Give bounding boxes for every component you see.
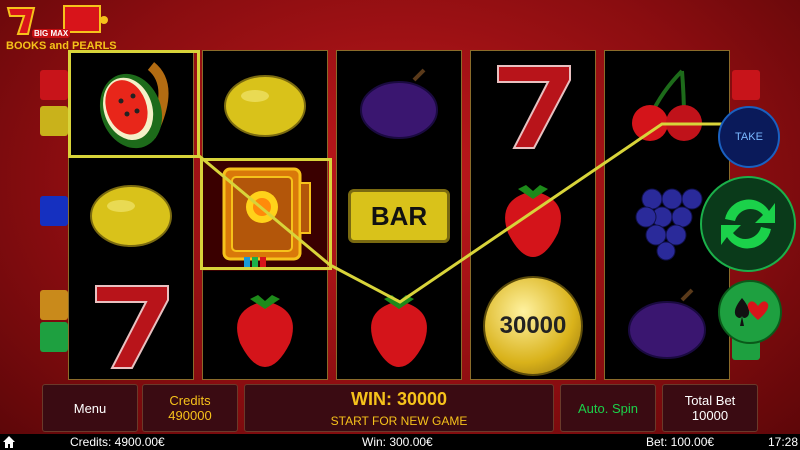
- lemon-icon: [203, 51, 327, 161]
- win-frame-watermelon: [68, 50, 200, 158]
- spin-button[interactable]: [700, 176, 796, 272]
- credits-label: Credits: [169, 393, 211, 408]
- lemon-icon: [69, 161, 193, 271]
- auto-spin-label: Auto. Spin: [578, 400, 638, 416]
- line-indicator-yellow[interactable]: [40, 106, 68, 136]
- card-suits-icon: [734, 298, 769, 326]
- total-bet-label: Total Bet: [684, 393, 736, 408]
- total-bet-display[interactable]: Total Bet 10000: [662, 384, 758, 432]
- home-icon[interactable]: [2, 435, 16, 449]
- status-credits: Credits: 4900.00€: [70, 435, 165, 449]
- line-indicator-green[interactable]: [40, 322, 68, 352]
- win-frame-book: [200, 158, 332, 270]
- plum-icon: [337, 51, 461, 161]
- take-button[interactable]: TAKE: [718, 106, 780, 168]
- status-win: Win: 300.00€: [362, 435, 433, 449]
- bar-label: BAR: [370, 200, 428, 231]
- cherry-icon: [605, 51, 729, 161]
- win-subtitle: START FOR NEW GAME: [330, 413, 468, 428]
- line-indicator-blue[interactable]: [40, 196, 68, 226]
- credits-value: 490000: [168, 408, 212, 423]
- logo-big-max: BIG MAX: [32, 29, 71, 38]
- menu-button[interactable]: Menu: [42, 384, 138, 432]
- pearl-30000-icon: 30000: [471, 271, 595, 381]
- credits-display: Credits 490000: [142, 384, 238, 432]
- total-bet-value: 10000: [691, 408, 729, 423]
- seven-icon: [69, 271, 193, 381]
- win-display: WIN: 30000 START FOR NEW GAME: [244, 384, 554, 432]
- status-bet: Bet: 100.00€: [646, 435, 715, 449]
- line-indicator-red-right[interactable]: [732, 70, 760, 100]
- auto-spin-button[interactable]: Auto. Spin: [560, 384, 656, 432]
- take-label: TAKE: [735, 131, 763, 143]
- refresh-icon: [721, 199, 775, 249]
- status-time: 17:28: [768, 435, 799, 449]
- strawberry-icon: [337, 271, 461, 381]
- strawberry-icon: [203, 271, 327, 381]
- reel-3: BAR: [336, 50, 462, 380]
- pearl-value: 30000: [499, 312, 567, 339]
- bottom-control-bar: Menu Credits 490000 WIN: 30000 START FOR…: [42, 384, 758, 434]
- line-indicator-red[interactable]: [40, 70, 68, 100]
- menu-label: Menu: [73, 400, 107, 416]
- logo-seven-icon: [6, 5, 108, 35]
- win-title: WIN: 30000: [350, 388, 448, 409]
- strawberry-icon: [471, 161, 595, 271]
- seven-icon: [471, 51, 595, 161]
- reel-4: 30000: [470, 50, 596, 380]
- plum-icon: [605, 271, 729, 381]
- status-bar: Credits: 4900.00€ Win: 300.00€ Bet: 100.…: [0, 434, 800, 450]
- line-indicator-orange[interactable]: [40, 290, 68, 320]
- gamble-button[interactable]: [718, 280, 782, 344]
- bar-icon: BAR: [337, 161, 461, 271]
- game-logo: BIG MAX BOOKS and PEARLS: [4, 4, 117, 52]
